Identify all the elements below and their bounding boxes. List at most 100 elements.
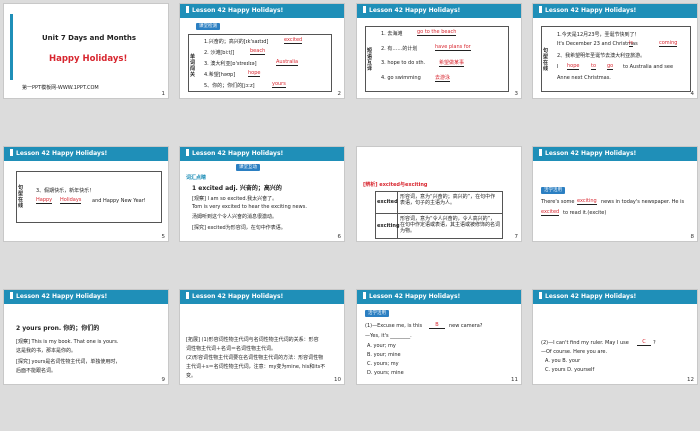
lesson-header: Lesson 42 Happy Holidays! — [4, 147, 168, 161]
lesson-header: Lesson 42 Happy Holidays! — [533, 290, 697, 304]
answer-exciting: exciting — [577, 198, 597, 205]
slide-thumb-10[interactable]: Lesson 42 Happy Holidays! [拓展] (1)形容词性物主… — [179, 289, 345, 385]
section-subtitle: 词汇点睛 — [186, 175, 207, 181]
sentence-en-3-rest: and Happy New Year! — [92, 198, 146, 204]
slide-thumb-12[interactable]: Lesson 42 Happy Holidays! (2)—I can't fi… — [532, 289, 698, 385]
answer-coming: coming — [659, 40, 678, 47]
phrase-answer-1: go to the beach — [417, 29, 457, 36]
vocab-answer-5: yours — [272, 81, 286, 88]
phrase-line-1: 1. 去海滩 — [381, 31, 403, 37]
vocab-line-2: 2. 沙滩[biːtʃ] — [204, 50, 235, 56]
extend-line-2: 词性物主代词＋名词＝名词性物主代词。 — [186, 346, 277, 352]
vocab-answer-2: beach — [250, 48, 266, 55]
sentence-cn-1: 1.今天是12月23号，圣诞节快到了！ — [557, 32, 640, 38]
explore-line: [探究] excited为形容词，在句中作表语。 — [192, 225, 286, 231]
observe-line: [观察] I am so excited.我太兴奋了。 — [192, 196, 278, 202]
answer-holidays: Holidays — [60, 197, 82, 204]
slide-number: 2 — [337, 91, 342, 97]
box-side-label: 句型在线 — [18, 185, 24, 209]
observe-line: [观察] This is my book. That one is yours. — [16, 339, 119, 345]
example-cn: 汤姆听到这个令人兴奋的消息很激动。 — [192, 214, 278, 220]
slide-number: 11 — [511, 377, 518, 383]
table-val-excited: 形容词，意为“兴奋的；高兴的”，在句中作表语，句子的主语为人。 — [400, 194, 496, 206]
option-d: D. yours; mine — [367, 370, 404, 376]
slide-footer: 第一PPT模板网-WWW.1PPT.COM — [22, 85, 99, 91]
example-en: Tom is very excited to hear the exciting… — [192, 204, 307, 210]
phrase-line-4: 4. go swimming — [381, 75, 421, 81]
lesson-title: Happy Holidays! — [49, 54, 128, 64]
lesson-header: Lesson 42 Happy Holidays! — [357, 290, 521, 304]
answer-b: B — [429, 322, 445, 329]
practice-text-3: to read it.(excite) — [563, 210, 607, 216]
vocab-answer-1: excited — [284, 37, 303, 44]
table-key-exciting: exciting — [377, 223, 400, 229]
answer-go: go — [607, 63, 614, 70]
sentence-en-2-rest: to Australia and see — [623, 64, 674, 70]
lesson-header: Lesson 42 Happy Holidays! — [180, 290, 344, 304]
lesson-header: Lesson 42 Happy Holidays! — [357, 4, 521, 18]
sentence-en-2-end: Anne next Christmas. — [557, 75, 611, 81]
box-side-label: 单词闯关 — [190, 54, 196, 78]
slide-thumb-2[interactable]: Lesson 42 Happy Holidays! 课堂检测 单词闯关 1.兴奋… — [179, 3, 345, 99]
answer-to: to — [591, 63, 597, 70]
lesson-header: Lesson 42 Happy Holidays! — [533, 147, 697, 161]
question-text-1: (2)—I can't find my ruler. May I use — [541, 340, 629, 346]
sentence-en-2-subject: I — [557, 64, 559, 70]
vocab-line-4: 4.希望[həʊp] — [204, 72, 236, 78]
box-side-label: 句型在线 — [543, 48, 549, 72]
slide-thumbnail-grid: Unit 7 Days and Months Happy Holidays! 第… — [0, 0, 700, 431]
phrase-line-3: 3. hope to do sth. — [381, 60, 426, 66]
option-b: B. your; mine — [367, 352, 401, 358]
table-divider — [375, 213, 503, 214]
section-tag: 课堂互动 — [236, 164, 260, 171]
slide-thumb-5[interactable]: Lesson 42 Happy Holidays! 句型在线 3、假期快乐，新年… — [3, 146, 169, 242]
observe-cn: 这是我的书，那本是你的。 — [16, 348, 77, 354]
vocab-line-1: 1.兴奋的；高兴的[ɪk'saɪtɪd] — [204, 39, 269, 45]
slide-number: 6 — [337, 234, 342, 240]
slide-number: 8 — [690, 234, 695, 240]
phrase-line-2: 2. 有……的计划 — [381, 46, 418, 52]
slide-thumb-11[interactable]: Lesson 42 Happy Holidays! 活学活用 (1)—Excus… — [356, 289, 522, 385]
slide-thumb-6[interactable]: Lesson 42 Happy Holidays! 课堂互动 词汇点睛 1 ex… — [179, 146, 345, 242]
section-tag: 活学活用 — [541, 187, 565, 194]
vocab-heading: 1 excited adj. 兴奋的；高兴的 — [192, 185, 282, 192]
section-tag: 课堂检测 — [196, 23, 220, 30]
extend-line-4: 主代词＋s＝名词性物主代词，注意：my变为mine, his和its不 — [186, 364, 326, 370]
answer-excited: excited — [541, 209, 560, 216]
answer-hope: hope — [567, 63, 580, 70]
option-c: C. yours; my — [367, 361, 399, 367]
lesson-header: Lesson 42 Happy Holidays! — [533, 4, 697, 18]
phrase-answer-4: 去游泳 — [435, 75, 451, 82]
explore-line-2: 后面不能跟名词。 — [16, 368, 57, 374]
phrase-answer-2: have plans for — [435, 44, 471, 51]
slide-number: 7 — [514, 234, 519, 240]
vocab-line-5: 5、你的；你们的[jɔːz] — [204, 83, 255, 89]
slide-number: 5 — [161, 234, 166, 240]
slide-number: 3 — [514, 91, 519, 97]
answer-happy: Happy — [36, 197, 53, 204]
extend-line-5: 变。 — [186, 373, 197, 379]
slide-thumb-8[interactable]: Lesson 42 Happy Holidays! 活学活用 There's s… — [532, 146, 698, 242]
vocab-line-3: 3. 澳大利亚[ɒ'streɪlɪə] — [204, 61, 257, 67]
slide-thumb-4[interactable]: Lesson 42 Happy Holidays! 句型在线 1.今天是12月2… — [532, 3, 698, 99]
slide-number: 9 — [161, 377, 166, 383]
table-val-exciting: 形容词，意为“令人兴奋的，令人高兴的”，在句中作定语或表语，其主语或被修饰的名词… — [400, 216, 501, 234]
lesson-header: Lesson 42 Happy Holidays! — [180, 4, 344, 18]
slide-number: 1 — [161, 91, 166, 97]
extend-line-1: [拓展] (1)形容词性物主代词与名词性物主代词的关系：形容 — [186, 337, 319, 343]
slide-thumb-3[interactable]: Lesson 42 Happy Holidays! 短语互译 1. 去海滩 go… — [356, 3, 522, 99]
explore-line-1: [探究] yours是名词性物主代词，单独使用时， — [16, 359, 121, 365]
lesson-header: Lesson 42 Happy Holidays! — [180, 147, 344, 161]
answer-c: C — [637, 339, 651, 346]
practice-text-2: news in today's newspaper. He is — [601, 199, 685, 205]
slide-left-bar — [10, 14, 13, 80]
slide-thumb-1[interactable]: Unit 7 Days and Months Happy Holidays! 第… — [3, 3, 169, 99]
sentence-en-1: It's December 23 and Christmas — [557, 41, 638, 47]
phrase-answer-3: 希望做某事 — [439, 60, 465, 67]
vocab-answer-3: Australia — [276, 59, 299, 66]
lesson-header: Lesson 42 Happy Holidays! — [4, 290, 168, 304]
slide-thumb-7[interactable]: [辨析] excited与exciting excited 形容词，意为“兴奋的… — [356, 146, 522, 242]
options-ab: A. you B. your — [545, 358, 581, 364]
slide-thumb-9[interactable]: Lesson 42 Happy Holidays! 2 yours pron. … — [3, 289, 169, 385]
options-cd: C. yours D. yourself — [545, 367, 595, 373]
